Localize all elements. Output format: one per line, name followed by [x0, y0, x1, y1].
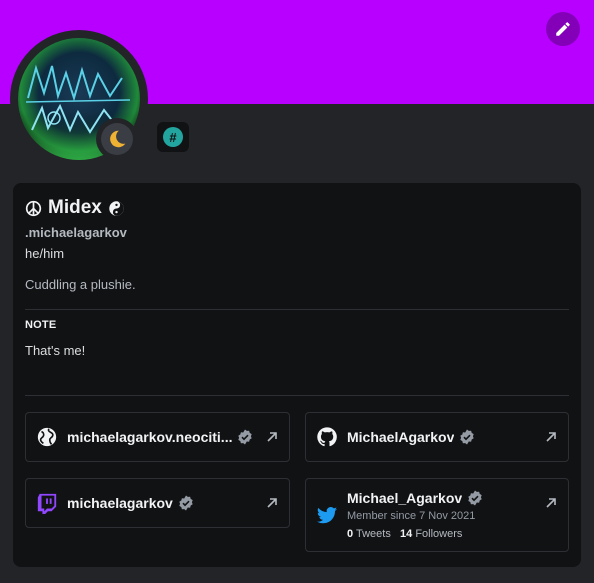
- connection-name: Michael_Agarkov: [347, 490, 463, 506]
- divider: [25, 309, 569, 310]
- tweets-label: Tweets: [355, 528, 391, 540]
- note-text[interactable]: That's me!: [25, 343, 85, 358]
- pencil-icon: [556, 22, 570, 36]
- divider: [25, 395, 569, 396]
- external-link-icon: [546, 498, 556, 508]
- connection-website[interactable]: michaelagarkov.neociti...: [25, 412, 290, 462]
- bio: Cuddling a plushie.: [25, 277, 136, 292]
- hashtag-badge[interactable]: #: [157, 122, 189, 152]
- pronouns: he/him: [25, 246, 65, 261]
- yin-yang-icon: [109, 200, 124, 216]
- external-link-icon: [546, 432, 556, 442]
- display-name: Midex: [48, 197, 102, 218]
- github-icon: [317, 427, 337, 447]
- moon-icon: [110, 130, 126, 148]
- status-indicator: [96, 118, 138, 160]
- username: .michaelagarkov: [25, 225, 127, 240]
- connection-github[interactable]: MichaelAgarkov: [305, 412, 569, 462]
- connection-twitter[interactable]: Michael_Agarkov Member since 7 Nov 2021 …: [305, 478, 569, 552]
- globe-icon: [37, 427, 57, 447]
- edit-profile-button[interactable]: [546, 12, 580, 46]
- followers-count: 14: [400, 528, 413, 540]
- member-since: Member since 7 Nov 2021: [347, 510, 476, 522]
- peace-icon: [25, 200, 42, 216]
- verified-icon: [238, 429, 253, 445]
- verified-icon: [468, 490, 482, 506]
- external-link-icon: [267, 498, 277, 508]
- twitter-icon: [316, 507, 338, 524]
- twitter-stats: 0 Tweets 14 Followers: [347, 528, 483, 540]
- connection-name: MichaelAgarkov: [347, 429, 455, 445]
- hashtag-badge-icon: #: [163, 127, 183, 147]
- tweets-count: 0: [347, 528, 354, 540]
- connection-twitch[interactable]: michaelagarkov: [25, 478, 290, 528]
- external-link-icon: [267, 432, 277, 442]
- connection-name: michaelagarkov.neociti...: [67, 429, 233, 445]
- profile-card: Midex .michaelagarkov he/him Cuddling a …: [13, 183, 581, 567]
- followers-label: Followers: [415, 528, 463, 540]
- connection-name: michaelagarkov: [67, 495, 173, 511]
- twitch-icon: [37, 493, 57, 514]
- verified-icon: [460, 429, 475, 445]
- note-label: NOTE: [25, 319, 57, 331]
- verified-icon: [179, 495, 193, 511]
